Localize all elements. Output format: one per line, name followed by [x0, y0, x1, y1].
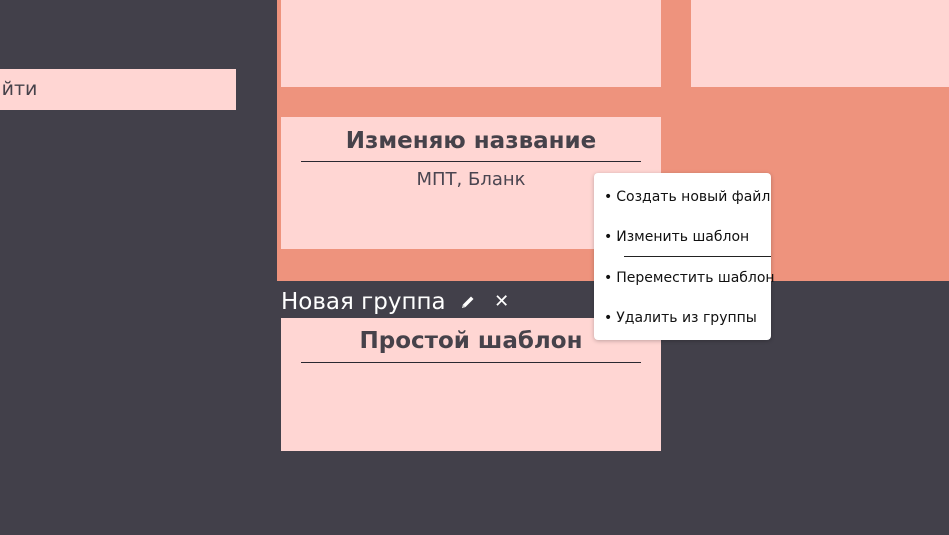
- menu-item-edit-template[interactable]: • Изменить шаблон: [604, 225, 765, 249]
- template-card-title: Простой шаблон: [301, 324, 641, 363]
- menu-item-label: Удалить из группы: [616, 310, 757, 326]
- menu-item-label: Изменить шаблон: [616, 229, 750, 245]
- group-name: Новая группа: [281, 289, 446, 315]
- group-header: Новая группа ✕: [281, 287, 512, 317]
- menu-item-create-file[interactable]: • Создать новый файл: [604, 185, 770, 209]
- menu-bullet: •: [604, 189, 613, 205]
- menu-item-move-template[interactable]: • Переместить шаблон: [604, 266, 775, 290]
- menu-bullet: •: [604, 270, 613, 286]
- menu-item-label: Переместить шаблон: [616, 270, 775, 286]
- pencil-icon[interactable]: [458, 292, 478, 312]
- template-card-top-right[interactable]: [691, 0, 949, 87]
- template-card-title: Изменяю название: [301, 126, 641, 162]
- menu-divider: [624, 256, 771, 257]
- menu-bullet: •: [604, 310, 613, 326]
- search-label: айти: [0, 78, 38, 100]
- menu-bullet: •: [604, 229, 613, 245]
- close-icon[interactable]: ✕: [492, 292, 512, 312]
- menu-item-label: Создать новый файл: [616, 189, 771, 205]
- search-button[interactable]: айти: [0, 69, 236, 110]
- menu-item-remove-from-group[interactable]: • Удалить из группы: [604, 306, 765, 330]
- template-card-top-left[interactable]: [281, 0, 661, 87]
- context-menu: • Создать новый файл • Изменить шаблон • Пе…: [594, 173, 775, 340]
